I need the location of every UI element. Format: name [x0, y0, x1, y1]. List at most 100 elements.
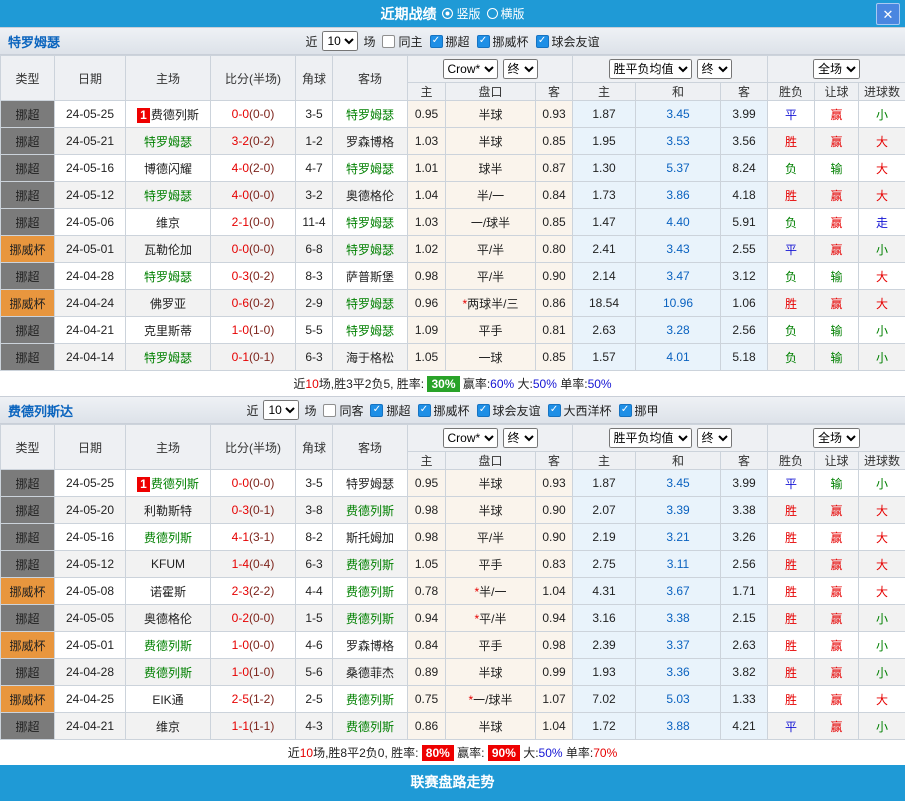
recent-count-select[interactable]: 10 — [263, 400, 299, 420]
date-cell: 24-05-12 — [55, 551, 126, 578]
goals-result-cell: 小 — [859, 659, 905, 686]
goals-result-cell: 大 — [859, 182, 905, 209]
eu-away-odds-cell: 3.99 — [721, 101, 768, 128]
score-cell: 0-6(0-2) — [211, 290, 296, 317]
handicap-result-cell: 赢 — [815, 659, 859, 686]
home-team-cell: 特罗姆瑟 — [126, 182, 211, 209]
away-team-name: 特罗姆瑟 — [346, 162, 394, 176]
league-filter-checkbox[interactable]: ✓ — [370, 404, 383, 417]
away-team-cell: 奥德格伦 — [333, 182, 408, 209]
scope-select[interactable]: 全场 — [813, 59, 860, 79]
handicap-text: 两球半/三 — [467, 297, 518, 311]
euro-odds-type-select[interactable]: 胜平负均值 — [609, 59, 692, 79]
away-team-cell: 费德列斯 — [333, 578, 408, 605]
column-header: 角球 — [296, 425, 333, 470]
score-cell: 2-5(1-2) — [211, 686, 296, 713]
away-team-name: 海于格松 — [346, 351, 394, 365]
radio-unselected-icon[interactable] — [487, 8, 498, 19]
same-venue-label: 同主 — [398, 33, 422, 50]
euro-odds-stage-select[interactable]: 终 — [697, 428, 732, 448]
goals-result-cell: 大 — [859, 155, 905, 182]
fulltime-score: 1-1 — [232, 719, 249, 733]
column-header: 客场 — [333, 56, 408, 101]
halftime-score: (0-4) — [249, 557, 274, 571]
same-venue-checkbox[interactable] — [323, 404, 336, 417]
eu-draw-odds-cell: 3.36 — [636, 659, 721, 686]
radio-horizontal-layout[interactable]: 横版 — [487, 5, 525, 22]
fulltime-score: 2-1 — [232, 215, 249, 229]
column-header: 日期 — [55, 425, 126, 470]
away-team-cell: 费德列斯 — [333, 713, 408, 740]
ah-home-odds-cell: 0.78 — [408, 578, 446, 605]
score-cell: 2-3(2-2) — [211, 578, 296, 605]
away-team-cell: 萨普斯堡 — [333, 263, 408, 290]
ah-away-odds-cell: 0.86 — [536, 290, 573, 317]
handicap-cell: *两球半/三 — [446, 290, 536, 317]
league-filter-checkbox[interactable]: ✓ — [548, 404, 561, 417]
radio-vertical-layout[interactable]: 竖版 — [442, 5, 480, 22]
goals-result-cell: 大 — [859, 497, 905, 524]
ah-home-odds-cell: 1.02 — [408, 236, 446, 263]
scope-group-header: 全场 — [768, 425, 905, 452]
league-filter-checkbox[interactable]: ✓ — [477, 404, 490, 417]
league-filter-checkbox[interactable]: ✓ — [536, 35, 549, 48]
eu-draw-odds-cell: 3.11 — [636, 551, 721, 578]
eu-draw-odds-cell: 10.96 — [636, 290, 721, 317]
league-cell: 挪威杯 — [1, 686, 55, 713]
odds-company-select[interactable]: Crow* — [443, 59, 498, 79]
handicap-cell: 一/球半 — [446, 209, 536, 236]
table-row: 挪超24-05-06维京2-1(0-0)11-4特罗姆瑟1.03一/球半0.85… — [1, 209, 905, 236]
column-header: 类型 — [1, 56, 55, 101]
team-name: 费德列斯达 — [8, 401, 73, 420]
away-team-cell: 桑德菲杰 — [333, 659, 408, 686]
odds-stage-select[interactable]: 终 — [503, 59, 538, 79]
sub-column-header: 让球 — [815, 83, 859, 101]
odds-stage-select[interactable]: 终 — [503, 428, 538, 448]
score-cell: 4-0(0-0) — [211, 182, 296, 209]
euro-odds-stage-select[interactable]: 终 — [697, 59, 732, 79]
score-cell: 2-1(0-0) — [211, 209, 296, 236]
result-cell: 胜 — [768, 182, 815, 209]
table-row: 挪超24-04-21维京1-1(1-1)4-3费德列斯0.86半球1.041.7… — [1, 713, 905, 740]
handicap-cell: 半球 — [446, 497, 536, 524]
fulltime-score: 4-0 — [232, 188, 249, 202]
euro-odds-type-select[interactable]: 胜平负均值 — [609, 428, 692, 448]
away-team-name: 萨普斯堡 — [346, 270, 394, 284]
result-cell: 负 — [768, 317, 815, 344]
table-row: 挪超24-05-12KFUM1-4(0-4)6-3费德列斯1.05平手0.832… — [1, 551, 905, 578]
home-team-cell: 诺霍斯 — [126, 578, 211, 605]
sub-column-header: 主 — [408, 452, 446, 470]
scope-group-header: 全场 — [768, 56, 905, 83]
fulltime-score: 1-4 — [232, 557, 249, 571]
home-team-name: 奥德格伦 — [144, 612, 192, 626]
result-cell: 平 — [768, 470, 815, 497]
league-cell: 挪威杯 — [1, 632, 55, 659]
euro-odds-group-header: 胜平负均值终 — [573, 425, 768, 452]
ah-away-odds-cell: 0.85 — [536, 209, 573, 236]
close-icon[interactable]: ✕ — [876, 3, 900, 25]
same-venue-checkbox[interactable] — [382, 35, 395, 48]
handicap-cell: 球半 — [446, 155, 536, 182]
league-filter-checkbox[interactable]: ✓ — [418, 404, 431, 417]
league-cell: 挪超 — [1, 263, 55, 290]
radio-selected-icon[interactable] — [442, 8, 453, 19]
matches-table: 类型日期主场比分(半场)角球客场Crow*终胜平负均值终全场主盘口客主和客胜负让… — [0, 55, 905, 371]
table-row: 挪超24-05-251费德列斯0-0(0-0)3-5特罗姆瑟0.95半球0.93… — [1, 470, 905, 497]
recent-count-select[interactable]: 10 — [322, 31, 358, 51]
odds-company-select[interactable]: Crow* — [443, 428, 498, 448]
away-team-name: 特罗姆瑟 — [346, 243, 394, 257]
section-header-0: 特罗姆瑟近10场同主✓挪超✓挪威杯✓球会友谊 — [0, 27, 905, 55]
home-team-cell: 费德列斯 — [126, 632, 211, 659]
eu-home-odds-cell: 3.16 — [573, 605, 636, 632]
summary-segment: 60% — [490, 377, 514, 391]
league-filter-checkbox[interactable]: ✓ — [477, 35, 490, 48]
league-filter-checkbox[interactable]: ✓ — [619, 404, 632, 417]
league-filter-checkbox[interactable]: ✓ — [430, 35, 443, 48]
goals-result-cell: 小 — [859, 101, 905, 128]
table-row: 挪威杯24-05-01瓦勒伦加0-0(0-0)6-8特罗姆瑟1.02平/半0.8… — [1, 236, 905, 263]
home-team-name: EIK通 — [152, 693, 183, 707]
scope-select[interactable]: 全场 — [813, 428, 860, 448]
handicap-result-cell: 赢 — [815, 101, 859, 128]
home-team-name: 博德闪耀 — [144, 162, 192, 176]
title-bar: 近期战绩 竖版 横版 ✕ — [0, 0, 905, 27]
